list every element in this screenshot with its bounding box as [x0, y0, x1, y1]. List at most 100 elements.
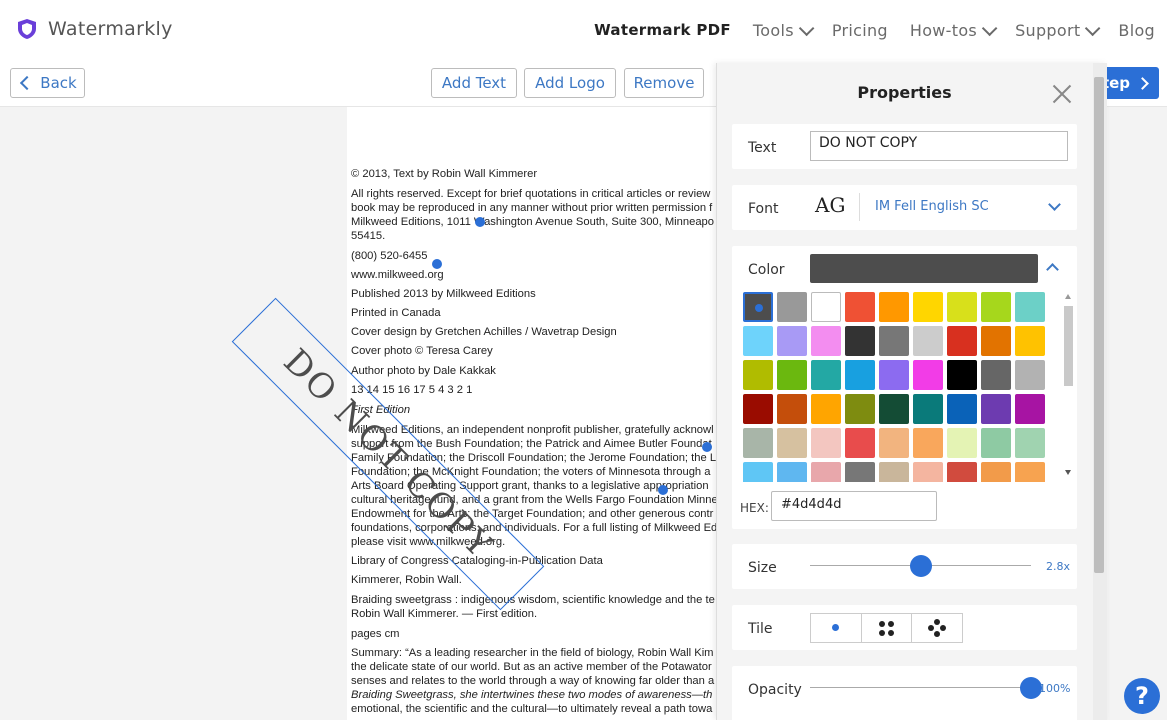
color-swatch[interactable] — [981, 360, 1011, 390]
color-swatch[interactable] — [947, 326, 977, 356]
document-line: All rights reserved. Except for brief qu… — [351, 188, 711, 200]
add-logo-button[interactable]: Add Logo — [524, 68, 616, 98]
help-button[interactable]: ? — [1124, 678, 1160, 714]
font-preview: AG — [815, 193, 846, 217]
resize-handle[interactable] — [432, 259, 442, 269]
color-swatch[interactable] — [981, 462, 1011, 482]
color-swatch[interactable] — [743, 360, 773, 390]
color-swatch[interactable] — [1015, 360, 1045, 390]
color-swatch[interactable] — [845, 394, 875, 424]
color-swatch[interactable] — [947, 462, 977, 482]
color-swatch[interactable] — [743, 462, 773, 482]
color-swatch[interactable] — [777, 428, 807, 458]
color-swatch[interactable] — [879, 360, 909, 390]
diagonal-dots-icon — [940, 625, 947, 631]
scroll-thumb[interactable] — [1064, 306, 1073, 386]
color-swatch[interactable] — [845, 428, 875, 458]
nav-watermark-pdf[interactable]: Watermark PDF — [594, 21, 731, 39]
color-swatch[interactable] — [879, 428, 909, 458]
current-color-swatch[interactable] — [810, 254, 1038, 283]
color-swatch[interactable] — [913, 360, 943, 390]
color-swatch[interactable] — [845, 360, 875, 390]
color-swatch[interactable] — [811, 360, 841, 390]
color-swatch[interactable] — [913, 428, 943, 458]
font-select[interactable]: IM Fell English SC — [875, 199, 989, 214]
nav-label: Blog — [1118, 20, 1155, 40]
size-slider-knob[interactable] — [909, 555, 932, 577]
color-swatch[interactable] — [913, 292, 943, 322]
brand-logo[interactable]: Watermarkly — [16, 18, 173, 40]
close-icon[interactable] — [1051, 83, 1073, 105]
color-swatch[interactable] — [1015, 394, 1045, 424]
color-swatch[interactable] — [811, 462, 841, 482]
color-swatch[interactable] — [743, 394, 773, 424]
color-swatch[interactable] — [879, 326, 909, 356]
document-line: Summary: “As a leading researcher in the… — [351, 647, 714, 659]
scroll-down-icon[interactable] — [1065, 470, 1071, 475]
color-swatch[interactable] — [1015, 462, 1045, 482]
resize-handle[interactable] — [702, 442, 712, 452]
text-card: Text DO NOT COPY — [732, 124, 1077, 169]
color-swatch[interactable] — [845, 462, 875, 482]
tile-label: Tile — [748, 621, 773, 637]
remove-button[interactable]: Remove — [624, 68, 704, 98]
color-swatch[interactable] — [777, 360, 807, 390]
scroll-up-icon[interactable] — [1065, 294, 1071, 299]
color-swatch[interactable] — [777, 462, 807, 482]
color-swatch[interactable] — [811, 326, 841, 356]
document-line: www.milkweed.org — [351, 269, 444, 281]
tile-diagonal-option[interactable] — [912, 614, 962, 642]
panel-scroll-thumb[interactable] — [1094, 77, 1104, 573]
color-swatch[interactable] — [981, 394, 1011, 424]
tile-grid-option[interactable] — [862, 614, 913, 642]
color-swatch[interactable] — [879, 394, 909, 424]
color-card: Color HEX: #4d4d4d — [732, 246, 1077, 529]
nav-tools[interactable]: Tools — [753, 20, 815, 40]
color-swatch[interactable] — [1015, 428, 1045, 458]
opacity-slider-track[interactable] — [810, 687, 1031, 688]
tile-single-option[interactable] — [811, 614, 862, 642]
color-swatch[interactable] — [947, 360, 977, 390]
color-swatch[interactable] — [743, 326, 773, 356]
resize-handle[interactable] — [658, 485, 668, 495]
color-swatch[interactable] — [947, 292, 977, 322]
color-swatch[interactable] — [913, 394, 943, 424]
nav-blog[interactable]: Blog — [1118, 21, 1155, 40]
hex-input[interactable]: #4d4d4d — [771, 491, 937, 521]
color-swatch[interactable] — [981, 428, 1011, 458]
hex-label: HEX: — [740, 501, 769, 515]
add-text-button[interactable]: Add Text — [431, 68, 517, 98]
chevron-up-icon[interactable] — [1046, 263, 1059, 276]
color-swatch[interactable] — [743, 428, 773, 458]
color-swatch[interactable] — [981, 292, 1011, 322]
color-swatch[interactable] — [913, 326, 943, 356]
color-swatch[interactable] — [913, 462, 943, 482]
color-swatch[interactable] — [1015, 292, 1045, 322]
top-nav: Watermarkly Watermark PDF Tools Pricing … — [0, 0, 1167, 61]
color-swatch[interactable] — [811, 394, 841, 424]
back-button[interactable]: Back — [10, 68, 85, 98]
color-swatch[interactable] — [879, 462, 909, 482]
color-swatch[interactable] — [845, 292, 875, 322]
nav-how-tos[interactable]: How-tos — [910, 20, 998, 40]
watermark-text-field[interactable]: DO NOT COPY — [810, 131, 1068, 161]
color-swatch[interactable] — [777, 292, 807, 322]
nav-pricing[interactable]: Pricing — [832, 21, 888, 40]
color-swatch[interactable] — [811, 428, 841, 458]
color-swatch[interactable] — [743, 292, 773, 322]
palette-scrollbar[interactable] — [1062, 292, 1074, 482]
chevron-down-icon[interactable] — [1048, 198, 1061, 211]
color-swatch[interactable] — [777, 326, 807, 356]
color-swatch[interactable] — [947, 394, 977, 424]
nav-support[interactable]: Support — [1015, 20, 1101, 40]
color-swatch[interactable] — [845, 326, 875, 356]
color-swatch[interactable] — [777, 394, 807, 424]
color-swatch[interactable] — [811, 292, 841, 322]
color-swatch[interactable] — [947, 428, 977, 458]
color-label: Color — [748, 262, 785, 278]
divider — [859, 193, 860, 221]
color-swatch[interactable] — [879, 292, 909, 322]
resize-handle[interactable] — [475, 217, 485, 227]
color-swatch[interactable] — [981, 326, 1011, 356]
color-swatch[interactable] — [1015, 326, 1045, 356]
